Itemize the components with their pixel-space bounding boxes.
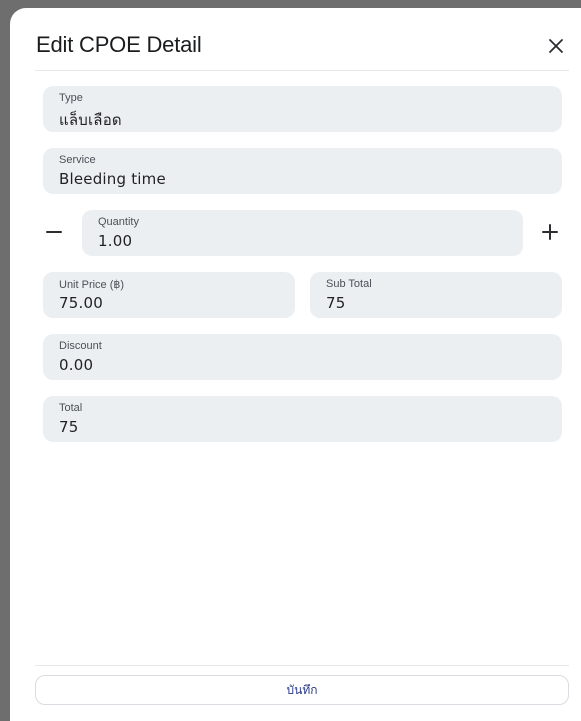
total-value: 75 [59, 418, 79, 436]
sub-total-label: Sub Total [326, 278, 372, 290]
service-field[interactable]: Service Bleeding time [43, 148, 562, 194]
minus-icon [46, 231, 62, 233]
service-value: Bleeding time [59, 170, 166, 188]
quantity-value: 1.00 [98, 232, 133, 250]
discount-value: 0.00 [59, 356, 94, 374]
footer-divider [35, 665, 569, 666]
quantity-field[interactable]: Quantity 1.00 [82, 210, 523, 256]
increment-quantity-button[interactable] [536, 218, 564, 246]
sub-total-field: Sub Total 75 [310, 272, 562, 318]
edit-cpoe-dialog: Edit CPOE Detail Type แล็บเลือด Service … [10, 8, 581, 721]
close-icon[interactable] [544, 34, 568, 58]
save-button[interactable]: บันทึก [35, 675, 569, 705]
header-divider [35, 70, 569, 71]
discount-field[interactable]: Discount 0.00 [43, 334, 562, 380]
type-value: แล็บเลือด [59, 111, 122, 129]
total-field: Total 75 [43, 396, 562, 442]
quantity-label: Quantity [98, 216, 139, 228]
service-label: Service [59, 154, 96, 166]
discount-label: Discount [59, 340, 102, 352]
total-label: Total [59, 402, 83, 414]
unit-price-label: Unit Price (฿) [59, 279, 125, 291]
unit-price-value: 75.00 [59, 294, 103, 312]
type-label: Type [59, 92, 83, 104]
dialog-title: Edit CPOE Detail [36, 32, 202, 57]
dialog-header: Edit CPOE Detail [36, 32, 570, 72]
unit-price-field[interactable]: Unit Price (฿) 75.00 [43, 272, 295, 318]
sub-total-value: 75 [326, 294, 346, 312]
decrement-quantity-button[interactable] [40, 218, 68, 246]
plus-icon [542, 224, 558, 240]
type-field[interactable]: Type แล็บเลือด [43, 86, 562, 132]
